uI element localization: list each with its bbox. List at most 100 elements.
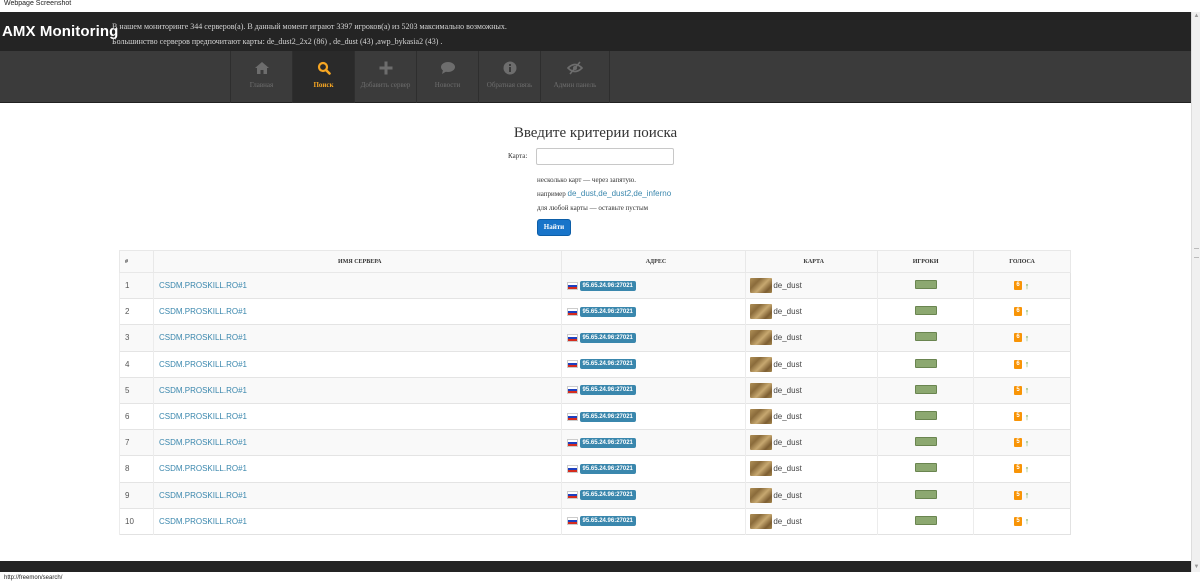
server-address-badge[interactable]: 95.65.24.96:27021 xyxy=(579,306,636,317)
votes-cell: 5 ↑ xyxy=(973,429,1071,456)
server-address-badge[interactable]: 95.65.24.96:27021 xyxy=(579,516,636,527)
votes-cell: 5 ↑ xyxy=(973,376,1071,404)
players-indicator xyxy=(914,384,937,394)
players-indicator xyxy=(914,280,937,290)
col-header-players[interactable]: ИГРОКИ xyxy=(877,250,975,273)
nav-label-feedback: Обратная связь xyxy=(486,81,533,89)
server-name-link[interactable]: CSDM.PROSKILL.RO#1 xyxy=(159,438,247,447)
server-name-link[interactable]: CSDM.PROSKILL.RO#1 xyxy=(159,491,247,500)
vote-up-icon[interactable]: ↑ xyxy=(1024,464,1030,474)
scroll-grip[interactable] xyxy=(1194,248,1199,258)
players-cell xyxy=(877,429,974,456)
screenshot-caption: Webpage Screenshot xyxy=(4,0,72,7)
votes-cell: 6 ↑ xyxy=(973,350,1071,378)
map-thumbnail xyxy=(750,461,773,477)
table-row: 2 CSDM.PROSKILL.RO#1 95.65.24.96:27021 de_d… xyxy=(119,298,1071,325)
server-name-link[interactable]: CSDM.PROSKILL.RO#1 xyxy=(159,360,247,369)
eye-slash-icon xyxy=(567,61,583,75)
players-cell xyxy=(877,271,974,299)
nav-item-admin[interactable]: Админ панель xyxy=(540,51,610,103)
table-row: 4 CSDM.PROSKILL.RO#1 95.65.24.96:27021 de_d… xyxy=(119,350,1071,378)
players-cell xyxy=(877,376,974,404)
page-scrollbar[interactable]: ▲ ▼ xyxy=(1191,12,1200,572)
server-address-cell: 95.65.24.96:27021 xyxy=(560,376,746,404)
server-name-link[interactable]: CSDM.PROSKILL.RO#1 xyxy=(159,281,247,290)
server-name-link[interactable]: CSDM.PROSKILL.RO#1 xyxy=(159,517,247,526)
server-map-cell: de_dust xyxy=(745,507,878,535)
map-input[interactable] xyxy=(536,148,674,165)
server-map-cell: de_dust xyxy=(745,455,878,482)
vote-up-icon[interactable]: ↑ xyxy=(1024,516,1030,526)
server-address-badge[interactable]: 95.65.24.96:27021 xyxy=(579,359,636,370)
hint-empty: для любой карты — оставьте пустым xyxy=(537,204,649,212)
nav-item-search[interactable]: Поиск xyxy=(292,51,354,103)
players-cell xyxy=(877,455,974,482)
vote-up-icon[interactable]: ↑ xyxy=(1024,490,1030,500)
vote-count-badge: 5 xyxy=(1014,490,1023,500)
vote-count-badge: 6 xyxy=(1014,307,1023,317)
vote-count-badge: 5 xyxy=(1014,385,1023,395)
vote-up-icon[interactable]: ↑ xyxy=(1024,385,1030,395)
server-name-link[interactable]: CSDM.PROSKILL.RO#1 xyxy=(159,333,247,342)
scroll-up-icon[interactable]: ▲ xyxy=(1193,13,1200,20)
server-name-cell: CSDM.PROSKILL.RO#1 xyxy=(152,298,562,325)
server-name-link[interactable]: CSDM.PROSKILL.RO#1 xyxy=(159,386,247,395)
vote-up-icon[interactable]: ↑ xyxy=(1024,281,1030,291)
players-cell xyxy=(877,402,974,430)
col-header-votes[interactable]: ГОЛОСА xyxy=(973,250,1071,273)
server-address-badge[interactable]: 95.65.24.96:27021 xyxy=(579,437,636,448)
nav-item-home[interactable]: Главная xyxy=(230,51,292,103)
col-header-address[interactable]: АДРЕС xyxy=(560,250,747,273)
map-name: de_dust xyxy=(773,307,802,317)
server-address-badge[interactable]: 95.65.24.96:27021 xyxy=(579,463,636,474)
stats-line-maps: Большинство серверов предпочитают карты:… xyxy=(112,37,443,46)
server-map-cell: de_dust xyxy=(745,298,878,325)
col-header-num[interactable]: # xyxy=(119,250,154,273)
row-number: 1 xyxy=(119,271,154,299)
map-field-label: Карта: xyxy=(508,152,528,160)
row-number: 10 xyxy=(119,507,154,535)
vote-up-icon[interactable]: ↑ xyxy=(1024,412,1030,422)
row-number: 5 xyxy=(119,376,154,404)
server-name-link[interactable]: CSDM.PROSKILL.RO#1 xyxy=(159,464,247,473)
server-address-badge[interactable]: 95.65.24.96:27021 xyxy=(579,490,636,501)
map-thumbnail xyxy=(750,409,773,425)
nav-item-add-server[interactable]: Добавить сервер xyxy=(354,51,416,103)
vote-up-icon[interactable]: ↑ xyxy=(1024,307,1030,317)
map-thumbnail xyxy=(750,487,773,503)
nav-item-news[interactable]: Новости xyxy=(416,51,478,103)
vote-up-icon[interactable]: ↑ xyxy=(1024,359,1030,369)
server-address-cell: 95.65.24.96:27021 xyxy=(560,402,746,430)
vote-count-badge: 5 xyxy=(1014,412,1023,422)
map-name: de_dust xyxy=(773,385,802,395)
site-brand[interactable]: AMX Monitoring xyxy=(2,23,118,40)
nav-label-admin: Админ панель xyxy=(553,81,597,89)
country-flag-icon xyxy=(566,360,578,369)
plus-icon xyxy=(379,61,392,75)
players-indicator xyxy=(914,332,937,342)
vote-up-icon[interactable]: ↑ xyxy=(1024,438,1030,448)
vote-count-badge: 6 xyxy=(1014,359,1023,369)
country-flag-icon xyxy=(566,491,578,500)
server-address-badge[interactable]: 95.65.24.96:27021 xyxy=(579,332,636,343)
server-address-badge[interactable]: 95.65.24.96:27021 xyxy=(579,411,636,422)
server-map-cell: de_dust xyxy=(745,271,878,299)
scroll-down-icon[interactable]: ▼ xyxy=(1193,564,1200,571)
search-icon xyxy=(317,61,331,75)
server-address-badge[interactable]: 95.65.24.96:27021 xyxy=(579,385,636,396)
vote-up-icon[interactable]: ↑ xyxy=(1024,333,1030,343)
server-address-badge[interactable]: 95.65.24.96:27021 xyxy=(579,280,636,291)
nav-label-search: Поиск xyxy=(313,81,334,89)
server-name-link[interactable]: CSDM.PROSKILL.RO#1 xyxy=(159,307,247,316)
players-indicator xyxy=(914,358,937,368)
map-name: de_dust xyxy=(773,281,802,291)
main-navigation: Главная Поиск Добавить сервер Новости Об… xyxy=(0,51,1191,103)
hint-example: например de_dust,de_dust2,de_inferno xyxy=(537,187,671,201)
vote-count-badge: 5 xyxy=(1014,438,1023,448)
find-button[interactable]: Найти xyxy=(537,219,571,236)
server-name-link[interactable]: CSDM.PROSKILL.RO#1 xyxy=(159,412,247,421)
nav-label-add-server: Добавить сервер xyxy=(360,81,411,89)
nav-item-feedback[interactable]: Обратная связь xyxy=(478,51,540,103)
col-header-map[interactable]: КАРТА xyxy=(745,250,879,273)
col-header-name[interactable]: ИМЯ СЕРВЕРА xyxy=(152,250,562,273)
